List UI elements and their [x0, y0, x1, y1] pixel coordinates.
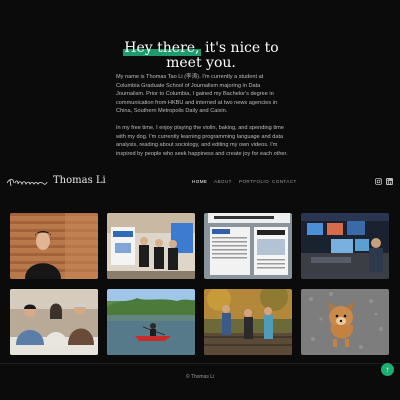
instagram-icon[interactable] [375, 178, 382, 185]
headline-highlight: Hey there, [123, 40, 201, 56]
linkedin-icon[interactable] [386, 178, 393, 185]
gallery-photo-award[interactable] [107, 213, 195, 279]
nav-contact[interactable]: CONTACT [272, 179, 297, 184]
bio-paragraph-2: In my free time, I enjoy playing the vio… [116, 125, 288, 157]
about-section: Hey there, it's nice to meet you. My nam… [0, 0, 400, 166]
main-navigation: Thomas Li HOME ABOUT PORTFOLIO CONTACT [0, 170, 400, 194]
hero-headline: Hey there, it's nice to meet you. [116, 40, 286, 71]
gallery-photo-newsroom[interactable] [301, 213, 389, 279]
footer-divider [0, 363, 400, 364]
gallery-photo-kayak[interactable] [107, 289, 195, 355]
nav-about[interactable]: ABOUT [214, 179, 232, 184]
nav-portfolio[interactable]: PORTFOLIO [239, 179, 269, 184]
gallery-photo-newspaper[interactable] [204, 213, 292, 279]
gallery-photo-family[interactable] [10, 289, 98, 355]
bio-paragraph-1: My name is Thomas Tao Li (李涛). I'm curre… [116, 74, 278, 115]
arrow-up-icon: ↑ [385, 365, 390, 374]
footer-copyright: © Thomas Li [185, 374, 215, 380]
gallery-photo-dog[interactable] [301, 289, 389, 355]
back-to-top-button[interactable]: ↑ [381, 363, 394, 376]
gallery-photo-portrait[interactable] [10, 213, 98, 279]
nav-home[interactable]: HOME [192, 179, 207, 184]
signature-logo[interactable] [6, 174, 48, 188]
gallery-photo-trail[interactable] [204, 289, 292, 355]
site-name[interactable]: Thomas Li [53, 175, 106, 186]
